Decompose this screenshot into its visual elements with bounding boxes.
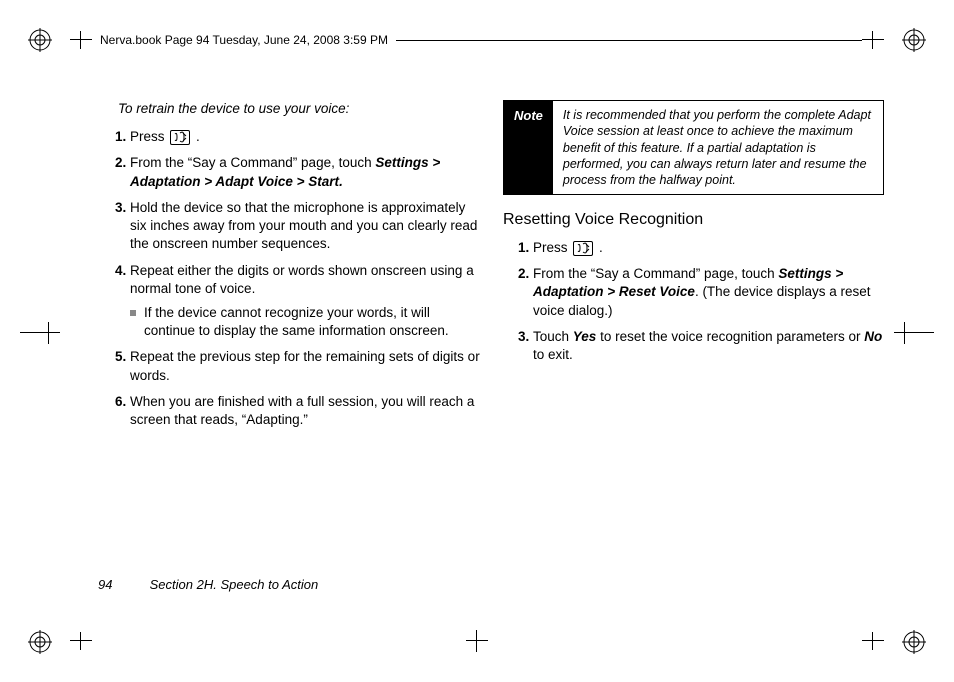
voice-key-icon (573, 241, 593, 256)
crop-mark-icon (894, 322, 934, 344)
step-4-sub: If the device cannot recognize your word… (130, 304, 481, 340)
reset-step-2: From the “Say a Command” page, touch Set… (533, 265, 884, 320)
crop-mark-icon (70, 31, 92, 49)
crop-mark-icon (862, 632, 884, 650)
crop-mark-icon (20, 322, 60, 344)
registration-mark-icon (28, 630, 52, 654)
crop-mark-icon (70, 632, 92, 650)
book-header-bar: Nerva.book Page 94 Tuesday, June 24, 200… (70, 20, 884, 60)
note-box: Note It is recommended that you perform … (503, 100, 884, 195)
reset-step-3: Touch Yes to reset the voice recognition… (533, 328, 884, 364)
left-column: To retrain the device to use your voice:… (100, 100, 481, 572)
book-footer-bar (70, 630, 884, 652)
step-4: Repeat either the digits or words shown … (130, 262, 481, 341)
crop-mark-icon (862, 31, 884, 49)
content-area: To retrain the device to use your voice:… (100, 100, 884, 572)
reset-heading: Resetting Voice Recognition (503, 209, 884, 231)
reset-step-1: Press . (533, 239, 884, 257)
bullet-square-icon (130, 310, 136, 316)
section-title: Section 2H. Speech to Action (150, 577, 319, 592)
step-3: Hold the device so that the microphone i… (130, 199, 481, 254)
page: { "book_line": "Nerva.book Page 94 Tuesd… (0, 0, 954, 682)
crop-mark-icon (466, 630, 488, 652)
retrain-intro: To retrain the device to use your voice: (118, 100, 481, 118)
voice-key-icon (170, 130, 190, 145)
note-label: Note (504, 101, 553, 194)
registration-mark-icon (902, 630, 926, 654)
registration-mark-icon (28, 28, 52, 52)
step-2: From the “Say a Command” page, touch Set… (130, 154, 481, 190)
book-line: Nerva.book Page 94 Tuesday, June 24, 200… (92, 32, 396, 48)
right-column: Note It is recommended that you perform … (503, 100, 884, 572)
step-5: Repeat the previous step for the remaini… (130, 348, 481, 384)
registration-mark-icon (902, 28, 926, 52)
page-number: 94 (98, 576, 146, 594)
page-footer: 94 Section 2H. Speech to Action (98, 576, 318, 594)
reset-steps: Press . From the “Say a Command” page, t… (503, 239, 884, 364)
step-1: Press . (130, 128, 481, 146)
retrain-steps: Press . From the “Say a Command” page, t… (100, 128, 481, 429)
note-body: It is recommended that you perform the c… (553, 101, 883, 194)
step-6: When you are finished with a full sessio… (130, 393, 481, 429)
